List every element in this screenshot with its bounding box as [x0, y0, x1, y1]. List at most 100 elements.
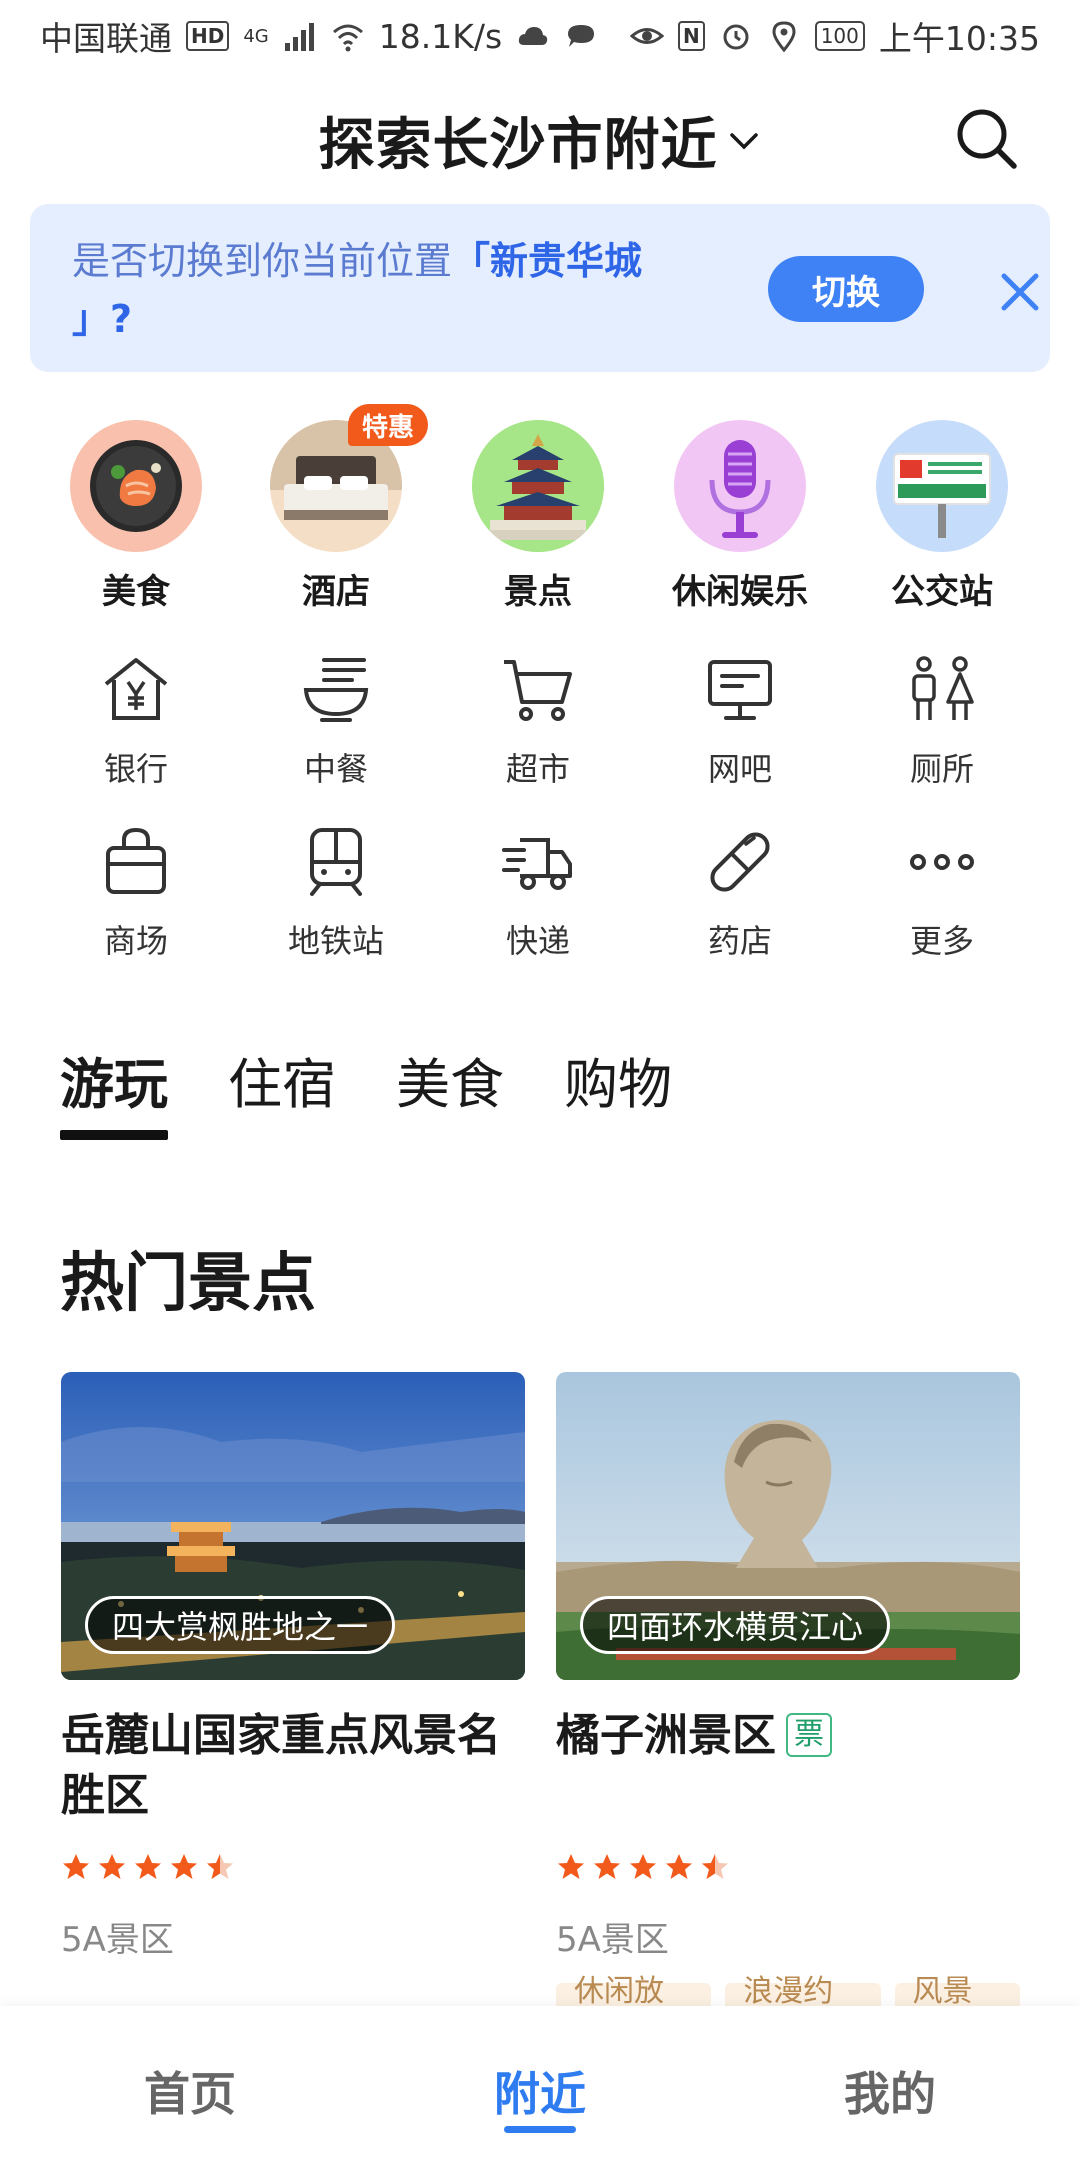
- noodle-bowl-icon: [303, 658, 369, 722]
- featured-label: 公交站: [891, 572, 993, 612]
- microphone-icon: [709, 440, 771, 538]
- grid-item-chinese-food[interactable]: 中餐: [236, 652, 436, 790]
- tab-label: 美食: [396, 1053, 504, 1116]
- featured-food[interactable]: 美食: [36, 420, 236, 613]
- deal-badge: 特惠: [348, 404, 428, 446]
- star-full-icon: [135, 1854, 161, 1879]
- grid-item-pharmacy[interactable]: 药店: [640, 824, 840, 962]
- grid-item-subway[interactable]: 地铁站: [236, 824, 436, 962]
- grid-item-internet-cafe[interactable]: 网吧: [640, 652, 840, 790]
- search-icon[interactable]: [950, 102, 1022, 174]
- featured-bus-stop[interactable]: 公交站: [842, 420, 1042, 613]
- hd-badge: HD: [186, 21, 230, 51]
- status-left: 中国联通 HD 4G 18.1K/s: [40, 12, 598, 60]
- featured-label: 景点: [504, 572, 572, 612]
- feat-circle: [876, 420, 1008, 552]
- pill-capsule-icon: [710, 832, 770, 892]
- computer-monitor-icon: [708, 660, 772, 720]
- alarm-icon: [723, 24, 749, 50]
- grid-item-label: 网吧: [707, 750, 772, 788]
- grid-item-label: 药店: [707, 922, 772, 960]
- clock: 上午10:35: [878, 19, 1040, 58]
- star-full-icon: [99, 1854, 125, 1879]
- chat-bubble-icon: [568, 25, 595, 47]
- star-full-icon: [171, 1854, 197, 1879]
- attraction-category: 5A景区: [61, 1920, 174, 1960]
- tab-stay[interactable]: 住宿: [228, 1040, 336, 1140]
- grid-item-bank[interactable]: 银行: [36, 652, 236, 790]
- attraction-photo: 四大赏枫胜地之一: [61, 1372, 525, 1680]
- close-icon[interactable]: [990, 262, 1050, 322]
- status-bar: 中国联通 HD 4G 18.1K/s N 100 上午10:35: [0, 0, 1080, 72]
- featured-entertainment[interactable]: 休闲娱乐: [640, 420, 840, 613]
- star-full-icon: [63, 1854, 89, 1879]
- grid-item-label: 快递: [505, 922, 570, 960]
- featured-label: 酒店: [302, 572, 370, 612]
- banner-prompt: 是否切换到你当前位置: [72, 239, 453, 283]
- featured-label: 美食: [102, 572, 170, 612]
- featured-attractions[interactable]: 景点: [438, 420, 638, 613]
- shopping-cart-icon: [504, 660, 572, 721]
- tab-label: 游玩: [60, 1053, 168, 1116]
- wifi-icon: [332, 24, 363, 52]
- star-full-icon: [594, 1854, 620, 1879]
- grid-item-label: 更多: [909, 922, 974, 960]
- page-title: 探索长沙市附近: [318, 113, 718, 178]
- more-dots-icon: [910, 854, 974, 870]
- bank-icon: [104, 658, 168, 720]
- grid-item-label: 地铁站: [287, 922, 384, 960]
- nav-home[interactable]: 首页: [90, 2058, 290, 2124]
- city-selector[interactable]: 探索长沙市附近: [0, 100, 1080, 181]
- bus-stop-sign-icon: [893, 453, 991, 538]
- star-full-icon: [666, 1854, 692, 1879]
- banner-suffix: 」?: [72, 297, 133, 341]
- feat-circle: [472, 420, 604, 552]
- active-nav-indicator: [504, 2126, 576, 2133]
- cloud-icon: [519, 27, 548, 45]
- grid-item-label: 银行: [103, 750, 168, 788]
- network-type: 4G: [243, 25, 269, 47]
- location-switch-banner: 是否切换到你当前位置「新贵华城 」? 切换: [30, 204, 1050, 372]
- star-half-icon: [702, 1854, 728, 1879]
- grid-item-mall[interactable]: 商场: [36, 824, 236, 962]
- nav-profile[interactable]: 我的: [790, 2058, 990, 2124]
- category-grid-row-1: 银行 中餐 超市 网吧 厕所: [0, 652, 1080, 802]
- delivery-truck-icon: [502, 838, 572, 890]
- grid-item-express[interactable]: 快递: [438, 824, 638, 962]
- eye-icon: [629, 28, 664, 44]
- bottom-navigation: 首页 附近 我的: [0, 2006, 1080, 2160]
- location-pin-icon: [772, 21, 796, 53]
- grid-item-label: 超市: [505, 750, 570, 788]
- tab-play[interactable]: 游玩: [60, 1040, 168, 1140]
- subway-train-icon: [310, 828, 362, 896]
- attraction-card[interactable]: 四大赏枫胜地之一 岳麓山国家重点风景名胜区 5A景区: [61, 1372, 525, 1961]
- grid-item-more[interactable]: 更多: [842, 824, 1042, 962]
- attraction-title-row: 橘子洲景区票: [556, 1706, 1020, 1766]
- nav-nearby[interactable]: 附近: [440, 2058, 640, 2133]
- salmon-plate-icon: [90, 440, 182, 532]
- grid-item-label: 厕所: [909, 750, 974, 788]
- banner-text: 是否切换到你当前位置「新贵华城 」?: [72, 232, 752, 348]
- content-tabs: 游玩 住宿 美食 购物: [60, 1040, 672, 1140]
- attraction-card[interactable]: 四面环水横贯江心 橘子洲景区票 5A景区 休闲放松 浪漫约会 风景美: [556, 1372, 1020, 2053]
- banner-location: 「新贵华城: [452, 239, 643, 283]
- star-full-icon: [630, 1854, 656, 1879]
- feat-circle: [70, 420, 202, 552]
- attraction-title: 岳麓山国家重点风景名胜区: [61, 1710, 501, 1821]
- shopping-bag-icon: [106, 827, 166, 894]
- grid-item-supermarket[interactable]: 超市: [438, 652, 638, 790]
- attraction-photo: 四面环水横贯江心: [556, 1372, 1020, 1680]
- nav-nearby-label: 附近: [494, 2067, 586, 2121]
- network-speed: 18.1K/s: [378, 16, 503, 56]
- carrier-label: 中国联通: [40, 19, 172, 58]
- tab-shopping[interactable]: 购物: [564, 1040, 672, 1140]
- star-rating: [556, 1852, 1020, 1884]
- switch-location-button[interactable]: 切换: [768, 256, 924, 322]
- signal-icon: [284, 23, 314, 51]
- featured-hotel[interactable]: 酒店: [236, 420, 436, 613]
- header: 探索长沙市附近: [0, 90, 1080, 190]
- nfc-badge: N: [677, 21, 705, 51]
- tab-food[interactable]: 美食: [396, 1040, 504, 1140]
- category-grid-row-2: 商场 地铁站 快递 药店 更多: [0, 824, 1080, 974]
- grid-item-restroom[interactable]: 厕所: [842, 652, 1042, 790]
